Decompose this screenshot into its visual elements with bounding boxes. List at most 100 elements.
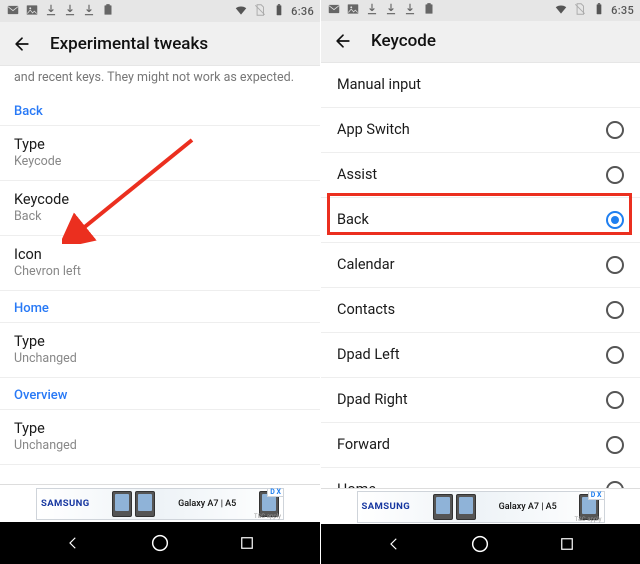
ad-phone-icon — [433, 494, 453, 520]
ad-content: SAMSUNG Galaxy A7 | A5 D X T&C apply — [357, 491, 605, 523]
nav-back-button[interactable] — [61, 531, 85, 555]
row-type-back[interactable]: Type Keycode — [0, 125, 320, 181]
radio-label: Dpad Right — [337, 391, 408, 408]
nav-recents-button[interactable] — [235, 531, 259, 555]
clipboard-icon — [101, 3, 115, 20]
radio-row[interactable]: Back — [321, 198, 640, 243]
navigation-bar — [321, 524, 640, 564]
ad-banner[interactable]: SAMSUNG Galaxy A7 | A5 D X T&C apply — [0, 484, 320, 522]
row-title: Keycode — [14, 191, 306, 208]
content-left: and recent keys. They might not work as … — [0, 66, 320, 484]
ad-phone-icon — [456, 494, 476, 520]
row-title: Type — [14, 136, 306, 153]
ad-content: SAMSUNG Galaxy A7 | A5 D X T&C apply — [36, 488, 284, 520]
row-title: Type — [14, 420, 306, 437]
ad-tac: T&C apply — [254, 513, 281, 520]
radio-row[interactable]: Assist — [321, 153, 640, 198]
download-icon — [365, 2, 379, 19]
section-label-back: Back — [0, 94, 320, 125]
radio-unselected-icon — [606, 166, 624, 184]
wifi-icon — [554, 2, 568, 19]
row-subtitle: Chevron left — [14, 264, 306, 279]
row-subtitle: Back — [14, 209, 306, 224]
nav-back-button[interactable] — [382, 532, 406, 556]
radio-row[interactable]: Contacts — [321, 288, 640, 333]
phone-right: 6:35 Keycode Manual input App Switch Assis… — [320, 0, 640, 564]
back-arrow-icon[interactable] — [12, 34, 32, 54]
ad-tac: T&C apply — [574, 516, 601, 523]
radio-row[interactable]: Manual input — [321, 63, 640, 108]
radio-row[interactable]: App Switch — [321, 108, 640, 153]
radio-unselected-icon — [606, 121, 624, 139]
no-sim-icon — [573, 2, 587, 19]
download-icon — [403, 2, 417, 19]
image-icon — [346, 2, 360, 19]
adchoices-icon[interactable]: D X — [267, 488, 284, 498]
radio-unselected-icon — [606, 391, 624, 409]
row-icon-back[interactable]: Icon Chevron left — [0, 236, 320, 291]
row-title: Type — [14, 333, 306, 350]
radio-label: Forward — [337, 436, 390, 453]
phone-left: 6:36 Experimental tweaks and recent keys… — [0, 0, 320, 564]
radio-unselected-icon — [606, 301, 624, 319]
no-sim-icon — [253, 3, 267, 20]
radio-row[interactable]: Dpad Left — [321, 333, 640, 378]
app-bar: Experimental tweaks — [0, 22, 320, 66]
mail-icon — [327, 2, 341, 19]
radio-row[interactable]: Dpad Right — [321, 378, 640, 423]
row-subtitle: Unchanged — [14, 438, 306, 453]
page-title: Keycode — [371, 31, 436, 51]
back-arrow-icon[interactable] — [333, 31, 353, 51]
radio-row[interactable]: Home — [321, 468, 640, 489]
ad-brand: SAMSUNG — [41, 498, 90, 509]
radio-unselected-icon — [606, 256, 624, 274]
row-subtitle: Unchanged — [14, 351, 306, 366]
battery-icon — [272, 3, 286, 20]
wifi-icon — [234, 3, 248, 20]
download-icon — [82, 3, 96, 20]
description-text: and recent keys. They might not work as … — [0, 66, 320, 94]
radio-label: Home — [337, 481, 376, 488]
radio-label: Contacts — [337, 301, 395, 318]
ad-product: Galaxy A7 | A5 — [178, 499, 236, 509]
ad-brand: SAMSUNG — [362, 501, 411, 512]
download-icon — [44, 3, 58, 20]
row-type-home[interactable]: Type Unchanged — [0, 322, 320, 378]
ad-phone-icon — [112, 491, 132, 517]
radio-unselected-icon — [606, 481, 624, 489]
status-clock: 6:36 — [291, 5, 314, 18]
radio-selected-icon — [606, 211, 624, 229]
row-keycode-back[interactable]: Keycode Back — [0, 181, 320, 236]
download-icon — [384, 2, 398, 19]
radio-row[interactable]: Forward — [321, 423, 640, 468]
app-bar: Keycode — [321, 21, 640, 63]
content-right: Manual input App Switch Assist Back Calendar… — [321, 63, 640, 489]
nav-recents-button[interactable] — [555, 532, 579, 556]
ad-product: Galaxy A7 | A5 — [499, 502, 557, 512]
nav-home-button[interactable] — [468, 532, 492, 556]
navigation-bar — [0, 522, 320, 564]
radio-label: Back — [337, 211, 369, 228]
ad-phone-icon — [135, 491, 155, 517]
section-label-home: Home — [0, 291, 320, 322]
ad-banner[interactable]: SAMSUNG Galaxy A7 | A5 D X T&C apply — [321, 488, 640, 524]
clipboard-icon — [422, 2, 436, 19]
nav-home-button[interactable] — [148, 531, 172, 555]
page-title: Experimental tweaks — [50, 34, 208, 54]
radio-row[interactable]: Calendar — [321, 243, 640, 288]
radio-label: Dpad Left — [337, 346, 400, 363]
row-subtitle: Keycode — [14, 154, 306, 169]
status-clock: 6:35 — [611, 4, 634, 17]
adchoices-icon[interactable]: D X — [588, 491, 605, 501]
radio-label: Assist — [337, 166, 377, 183]
image-icon — [25, 3, 39, 20]
mail-icon — [6, 3, 20, 20]
download-icon — [63, 3, 77, 20]
section-label-overview: Overview — [0, 378, 320, 409]
radio-unselected-icon — [606, 346, 624, 364]
radio-label: Calendar — [337, 256, 395, 273]
battery-icon — [592, 2, 606, 19]
row-type-overview[interactable]: Type Unchanged — [0, 409, 320, 465]
status-bar: 6:35 — [321, 0, 640, 21]
radio-label: Manual input — [337, 76, 421, 93]
